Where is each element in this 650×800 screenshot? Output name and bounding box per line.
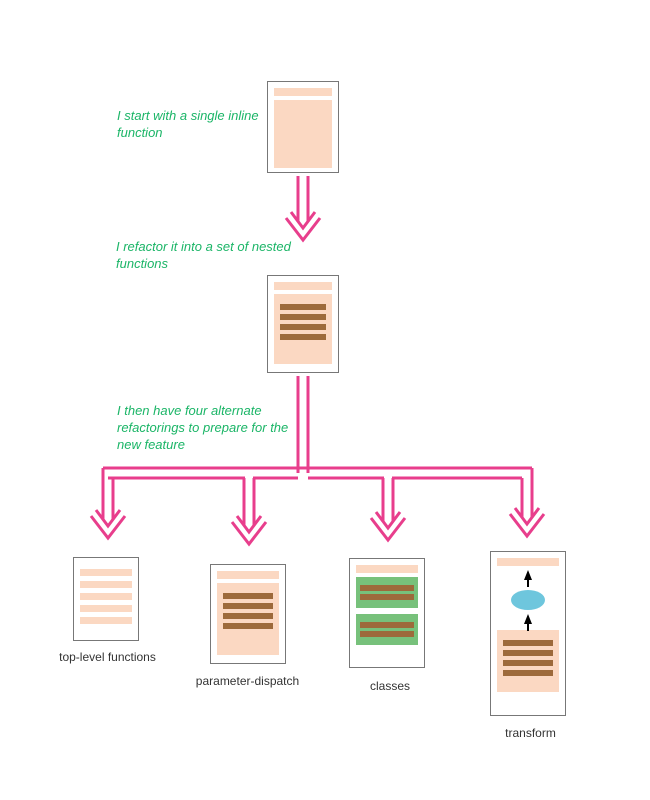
transform-oval bbox=[511, 590, 545, 610]
class-box bbox=[356, 614, 418, 645]
code-line bbox=[360, 631, 414, 637]
code-line bbox=[80, 605, 132, 612]
caption-classes: classes bbox=[360, 679, 420, 693]
card-nested-functions bbox=[267, 275, 339, 373]
arrow-to-classes bbox=[371, 478, 405, 540]
arrow-manifold bbox=[103, 468, 530, 478]
code-line bbox=[503, 670, 553, 676]
code-line bbox=[360, 622, 414, 628]
code-line bbox=[360, 585, 414, 591]
code-line bbox=[280, 314, 326, 320]
code-line bbox=[80, 569, 132, 576]
code-line bbox=[360, 594, 414, 600]
card-function-block bbox=[217, 583, 279, 655]
card-body-block bbox=[274, 100, 332, 168]
code-line bbox=[223, 603, 273, 609]
arrow-to-param-dispatch bbox=[232, 478, 266, 544]
code-line bbox=[223, 613, 273, 619]
code-line bbox=[80, 581, 132, 588]
code-line bbox=[223, 593, 273, 599]
card-function-block bbox=[274, 294, 332, 364]
card-function-block bbox=[497, 630, 559, 692]
card-header bbox=[356, 565, 418, 573]
card-top-level-functions bbox=[73, 557, 139, 641]
card-classes bbox=[349, 558, 425, 668]
code-line bbox=[80, 593, 132, 600]
card-header bbox=[274, 88, 332, 96]
card-inline-function bbox=[267, 81, 339, 173]
code-line bbox=[223, 623, 273, 629]
code-line bbox=[503, 650, 553, 656]
caption-top-level: top-level functions bbox=[50, 650, 165, 664]
arrow-trunk bbox=[298, 376, 308, 473]
annotation-step2: I refactor it into a set of nested funct… bbox=[116, 239, 296, 273]
code-line bbox=[503, 640, 553, 646]
code-line bbox=[280, 324, 326, 330]
arrow-step1-to-step2 bbox=[286, 176, 320, 240]
annotation-step3: I then have four alternate refactorings … bbox=[117, 403, 292, 454]
arrow-to-top-level bbox=[91, 468, 125, 538]
up-arrow-icon bbox=[524, 570, 532, 580]
code-line bbox=[280, 334, 326, 340]
code-line bbox=[80, 617, 132, 624]
class-box bbox=[356, 577, 418, 608]
card-header bbox=[497, 558, 559, 566]
arrow-to-transform bbox=[510, 468, 544, 536]
diagram-stage: I start with a single inline function I … bbox=[0, 0, 650, 800]
card-header bbox=[274, 282, 332, 290]
caption-parameter-dispatch: parameter-dispatch bbox=[185, 674, 310, 688]
card-transform bbox=[490, 551, 566, 716]
caption-transform: transform bbox=[498, 726, 563, 740]
up-arrow-icon bbox=[524, 614, 532, 624]
card-header bbox=[217, 571, 279, 579]
code-line bbox=[503, 660, 553, 666]
code-line bbox=[280, 304, 326, 310]
card-parameter-dispatch bbox=[210, 564, 286, 664]
